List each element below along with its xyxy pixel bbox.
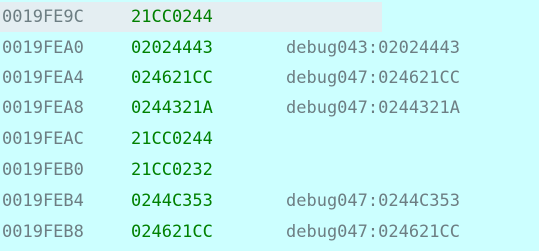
stack-value[interactable]: 21CC0244: [131, 128, 213, 150]
stack-comment[interactable]: debug047:0244321A: [286, 97, 460, 119]
stack-row[interactable]: 0019FE9C 21CC0244: [0, 2, 539, 32]
stack-value[interactable]: 21CC0232: [131, 159, 213, 181]
stack-row[interactable]: 0019FEB4 0244C353 debug047:0244C353: [0, 186, 539, 216]
stack-value[interactable]: 0244C353: [131, 190, 213, 212]
row-background: [382, 2, 539, 32]
stack-address[interactable]: 0019FE9C: [2, 6, 84, 28]
stack-comment[interactable]: debug047:024621CC: [286, 67, 460, 89]
stack-address[interactable]: 0019FEAC: [2, 128, 84, 150]
stack-view[interactable]: 0019FE9C 21CC0244 0019FEA0 02024443 debu…: [0, 0, 539, 251]
stack-comment[interactable]: debug043:02024443: [286, 37, 460, 59]
stack-row[interactable]: 0019FEB0 21CC0232: [0, 155, 539, 185]
stack-address[interactable]: 0019FEB4: [2, 190, 84, 212]
stack-comment[interactable]: debug047:024621CC: [286, 221, 460, 243]
stack-value[interactable]: 21CC0244: [131, 6, 213, 28]
stack-row[interactable]: 0019FEAC 21CC0244: [0, 124, 539, 154]
stack-row[interactable]: 0019FEB8 024621CC debug047:024621CC: [0, 217, 539, 247]
stack-address[interactable]: 0019FEB8: [2, 221, 84, 243]
stack-value[interactable]: 02024443: [131, 37, 213, 59]
stack-address[interactable]: 0019FEA4: [2, 67, 84, 89]
stack-address[interactable]: 0019FEB0: [2, 159, 84, 181]
stack-address[interactable]: 0019FEA0: [2, 37, 84, 59]
stack-address[interactable]: 0019FEA8: [2, 97, 84, 119]
stack-row[interactable]: 0019FEA8 0244321A debug047:0244321A: [0, 93, 539, 123]
stack-comment[interactable]: debug047:0244C353: [286, 190, 460, 212]
stack-value[interactable]: 024621CC: [131, 67, 213, 89]
stack-row[interactable]: 0019FEA4 024621CC debug047:024621CC: [0, 63, 539, 93]
stack-value[interactable]: 024621CC: [131, 221, 213, 243]
stack-value[interactable]: 0244321A: [131, 97, 213, 119]
stack-row[interactable]: 0019FEA0 02024443 debug043:02024443: [0, 33, 539, 63]
